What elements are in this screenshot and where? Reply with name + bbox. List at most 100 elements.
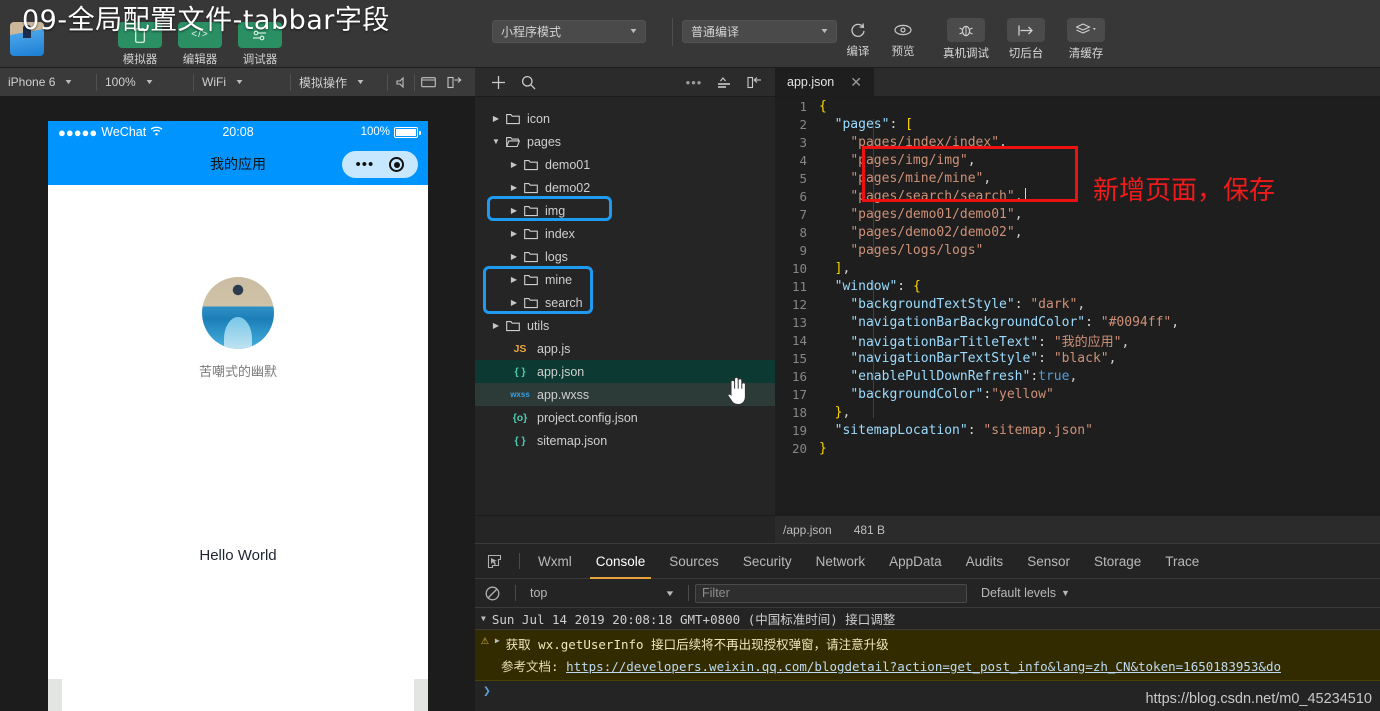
tree-item-sitemap-json[interactable]: { } sitemap.json [475,429,775,452]
code-line[interactable]: 1{ [775,97,1380,115]
code-line[interactable]: 5 "pages/mine/mine", [775,169,1380,187]
code-line[interactable]: 18 }, [775,403,1380,421]
volume-icon[interactable] [388,68,414,97]
tree-item-project-config-json[interactable]: {o} project.config.json [475,406,775,429]
code-editor[interactable]: 1{2 "pages": [3 "pages/index/index", 4 "p… [775,97,1380,515]
tree-item-label: mine [545,272,573,287]
chevron-right-icon[interactable]: ▶ [495,636,500,645]
chevron-down-icon[interactable]: ▼ [489,137,503,146]
code-line[interactable]: 14 "navigationBarTitleText": "我的应用", [775,331,1380,350]
tree-item-demo01[interactable]: ▶ demo01 [475,153,775,176]
compile-select[interactable]: 普通编译 ▼ [682,20,837,43]
devtools-tab-security[interactable]: Security [731,544,804,579]
code-line[interactable]: 9 "pages/logs/logs" [775,241,1380,259]
code-line[interactable]: 20} [775,439,1380,457]
sort-icon[interactable] [709,68,739,97]
devtools-tab-console[interactable]: Console [584,544,658,579]
more-icon[interactable]: ••• [679,68,709,97]
code-line[interactable]: 19 "sitemapLocation": "sitemap.json" [775,421,1380,439]
divider [515,585,516,601]
phone-status-bar: ●●●●● WeChat 20:08 100% [48,121,428,143]
background-button[interactable]: 切后台 [1007,18,1045,61]
tree-item-pages[interactable]: ▼ pages [475,130,775,153]
devtools-tab-sensor[interactable]: Sensor [1015,544,1082,579]
tree-item-utils[interactable]: ▶ utils [475,314,775,337]
tree-item-mine[interactable]: ▶ mine [475,268,775,291]
chevron-down-icon[interactable]: ▼ [481,614,486,623]
code-line[interactable]: 13 "navigationBarBackgroundColor": "#009… [775,313,1380,331]
add-icon[interactable] [483,68,513,97]
network-select[interactable]: WiFi ▼ [194,68,290,97]
more-icon[interactable]: ••• [356,157,375,172]
console-levels-value: Default levels [981,586,1057,600]
devtools-tab-storage[interactable]: Storage [1082,544,1153,579]
console-filter-input[interactable]: Filter [695,583,967,603]
code-line[interactable]: 2 "pages": [ [775,115,1380,133]
clear-console-icon[interactable] [475,579,509,608]
code-line[interactable]: 10 ], [775,259,1380,277]
chevron-right-icon[interactable]: ▶ [507,298,521,307]
code-line[interactable]: 12 "backgroundTextStyle": "dark", [775,295,1380,313]
mode-select[interactable]: 小程序模式 ▼ [492,20,646,43]
chevron-right-icon[interactable]: ▶ [507,183,521,192]
devtools-tab-audits[interactable]: Audits [954,544,1016,579]
chevron-right-icon[interactable]: ▶ [507,206,521,215]
zoom-select[interactable]: 100% ▼ [97,68,193,97]
code-line[interactable]: 15 "navigationBarTextStyle": "black", [775,349,1380,367]
tab-app-json[interactable]: app.json ✕ [775,68,875,96]
code-line[interactable]: 6 "pages/search/search", [775,187,1380,205]
code-line[interactable]: 17 "backgroundColor":"yellow" [775,385,1380,403]
console-context-select[interactable]: top ▼ [522,583,682,604]
capsule-button[interactable]: ••• [342,151,418,178]
close-icon[interactable]: ✕ [850,74,862,91]
clear-cache-button[interactable]: 清缓存 [1067,18,1105,61]
compile-button[interactable]: 编译 [843,18,873,59]
real-device-debug-button[interactable]: 真机调试 [943,18,989,61]
tree-item-label: demo01 [545,157,591,172]
chevron-right-icon[interactable]: ▶ [489,321,503,330]
tree-item-index[interactable]: ▶ index [475,222,775,245]
tree-item-search[interactable]: ▶ search [475,291,775,314]
console-doc-link[interactable]: https://developers.weixin.qq.com/blogdet… [566,659,1281,674]
close-circle-icon[interactable] [389,157,405,172]
console-group-header[interactable]: ▼ Sun Jul 14 2019 20:08:18 GMT+0800 (中国标… [475,608,1380,630]
tree-item-demo02[interactable]: ▶ demo02 [475,176,775,199]
code-line[interactable]: 16 "enablePullDownRefresh":true, [775,367,1380,385]
collapse-icon[interactable] [739,68,769,97]
device-select[interactable]: iPhone 6 ▼ [0,68,96,97]
devtools-tab-trace[interactable]: Trace [1153,544,1211,579]
chevron-right-icon[interactable]: ▶ [507,275,521,284]
line-number: 17 [791,386,807,402]
devtools-tab-label: Audits [965,553,1004,569]
chevron-right-icon[interactable]: ▶ [507,160,521,169]
code-text: "pages/demo01/demo01", [850,206,1023,222]
simulate-action-select[interactable]: 模拟操作 ▼ [291,68,387,97]
search-icon[interactable] [513,68,543,97]
devtools-tab-label: Security [742,553,792,569]
devtools-tab-network[interactable]: Network [804,544,878,579]
chevron-right-icon[interactable]: ▶ [507,229,521,238]
tree-item-logs[interactable]: ▶ logs [475,245,775,268]
chevron-right-icon[interactable]: ▶ [507,252,521,261]
code-line[interactable]: 3 "pages/index/index", [775,133,1380,151]
preview-button[interactable]: 预览 [888,18,918,59]
tree-item-icon[interactable]: ▶ icon [475,107,775,130]
devtools-tab-appdata[interactable]: AppData [877,544,954,579]
line-number: 11 [791,278,807,294]
code-line[interactable]: 4 "pages/img/img", [775,151,1380,169]
user-avatar[interactable] [202,277,274,349]
devtools-tab-sources[interactable]: Sources [657,544,731,579]
code-line[interactable]: 11 "window": { [775,277,1380,295]
code-text: "pages": [ [834,116,913,132]
tree-item-app-js[interactable]: JS app.js [475,337,775,360]
console-levels-select[interactable]: Default levels ▼ [981,586,1070,600]
file-actions-bar: ••• [475,68,775,97]
devtools-tab-wxml[interactable]: Wxml [526,544,584,579]
inspect-element-icon[interactable] [475,544,513,579]
code-line[interactable]: 8 "pages/demo02/demo02", [775,223,1380,241]
code-line[interactable]: 7 "pages/demo01/demo01", [775,205,1380,223]
detach-icon[interactable] [441,68,467,97]
chevron-right-icon[interactable]: ▶ [489,114,503,123]
tree-item-img[interactable]: ▶ img [475,199,775,222]
window-icon[interactable] [415,68,441,97]
